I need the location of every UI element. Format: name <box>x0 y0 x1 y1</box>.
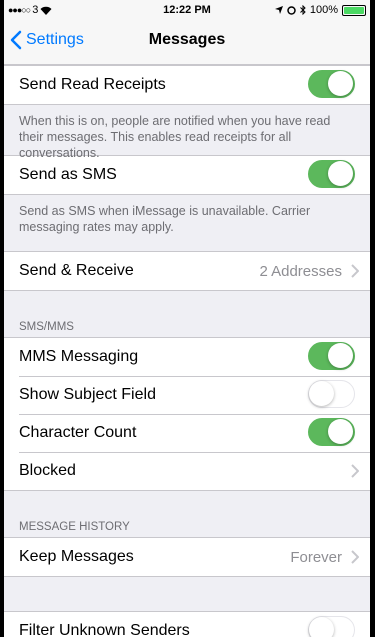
filter-group: Filter Unknown Senders <box>4 611 370 637</box>
toggle-knob <box>328 419 353 444</box>
character-count-row: Character Count <box>4 414 370 452</box>
settings-list: Send Read Receipts When this is on, peop… <box>4 65 370 637</box>
show-subject-row: Show Subject Field <box>4 376 370 414</box>
page-title: Messages <box>148 31 226 48</box>
filter-unknown-senders-row: Filter Unknown Senders <box>4 612 370 637</box>
read-receipts-row: Send Read Receipts <box>4 66 370 104</box>
send-receive-value: 2 Addresses <box>259 262 342 280</box>
read-receipts-toggle[interactable] <box>308 70 355 98</box>
filter-unknown-senders-toggle[interactable] <box>308 616 355 637</box>
send-sms-row: Send as SMS <box>4 156 370 194</box>
read-receipts-footer: When this is on, people are notified whe… <box>19 114 331 160</box>
message-history-header: MESSAGE HISTORY <box>19 521 130 533</box>
blocked-label: Blocked <box>19 462 76 479</box>
send-sms-label: Send as SMS <box>19 166 117 183</box>
screen: ●●●○○ 3 12:22 PM 100% Settings Messages <box>4 0 370 637</box>
send-sms-toggle[interactable] <box>308 160 355 188</box>
toggle-knob <box>328 71 353 96</box>
status-bar: ●●●○○ 3 12:22 PM 100% <box>4 0 370 20</box>
battery-fill <box>344 6 364 14</box>
character-count-toggle[interactable] <box>308 418 355 446</box>
character-count-label: Character Count <box>19 424 137 441</box>
send-receive-label: Send & Receive <box>19 262 134 279</box>
chevron-right-icon <box>351 264 359 278</box>
chevron-right-icon <box>351 550 359 564</box>
sms-mms-header: SMS/MMS <box>19 321 74 333</box>
toggle-knob <box>328 161 353 186</box>
blocked-row[interactable]: Blocked <box>4 452 370 490</box>
status-right: 100% <box>274 4 366 16</box>
battery-percent: 100% <box>309 4 338 16</box>
show-subject-toggle[interactable] <box>308 380 355 408</box>
send-receive-group: Send & Receive 2 Addresses <box>4 251 370 291</box>
message-history-group: Keep Messages Forever <box>4 537 370 577</box>
mms-messaging-label: MMS Messaging <box>19 348 139 365</box>
keep-messages-value: Forever <box>290 548 342 566</box>
battery-icon <box>342 4 366 16</box>
toggle-knob <box>328 343 353 368</box>
send-receive-row[interactable]: Send & Receive 2 Addresses <box>4 252 370 290</box>
filter-unknown-senders-label: Filter Unknown Senders <box>19 622 190 637</box>
chevron-right-icon <box>351 464 359 478</box>
toggle-knob <box>309 617 334 637</box>
toggle-knob <box>309 381 334 406</box>
bluetooth-icon <box>300 5 306 15</box>
alarm-icon <box>287 5 296 15</box>
location-icon <box>274 6 283 14</box>
mms-messaging-toggle[interactable] <box>308 342 355 370</box>
send-sms-footer: Send as SMS when iMessage is unavailable… <box>19 204 311 234</box>
show-subject-label: Show Subject Field <box>19 386 156 403</box>
sms-mms-group: MMS Messaging Show Subject Field Charact… <box>4 337 370 491</box>
keep-messages-row[interactable]: Keep Messages Forever <box>4 538 370 576</box>
read-receipts-group: Send Read Receipts <box>4 65 370 105</box>
navigation-bar: Settings Messages <box>4 20 370 65</box>
send-sms-group: Send as SMS <box>4 155 370 195</box>
mms-messaging-row: MMS Messaging <box>4 338 370 376</box>
keep-messages-label: Keep Messages <box>19 548 134 565</box>
read-receipts-label: Send Read Receipts <box>19 76 166 93</box>
